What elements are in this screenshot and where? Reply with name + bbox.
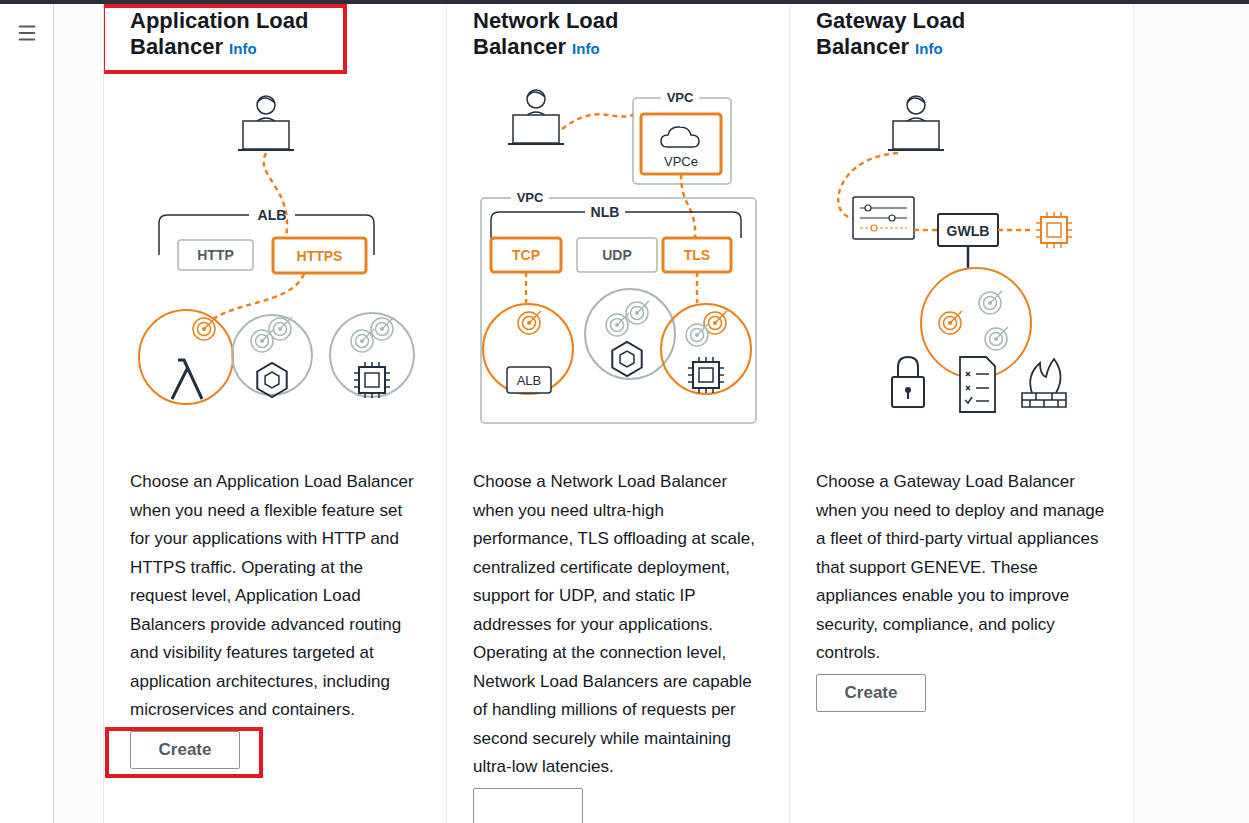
target-icon — [351, 329, 374, 352]
container-icon — [257, 363, 286, 397]
user-icon — [508, 90, 564, 144]
chip-icon — [354, 362, 390, 398]
menu-icon[interactable] — [16, 22, 38, 44]
listener-box: HTTPS — [273, 238, 366, 273]
nlb-diagram: VPC VPCe VPC NLB TCP UDP TLS ALB — [447, 77, 790, 427]
button-highlight-box: Create — [105, 727, 263, 778]
svg-text:ALB: ALB — [258, 207, 287, 223]
title-box: Network Load Balancer Info — [447, 4, 690, 74]
vpc-outer-box: VPC — [481, 190, 756, 423]
card-description: Choose a Network Load Balancer when you … — [473, 468, 765, 782]
gwlb-box: GWLB — [938, 214, 998, 246]
svg-text:TLS: TLS — [684, 247, 710, 263]
cloud-icon — [661, 127, 699, 147]
svg-text:ALB: ALB — [517, 373, 542, 388]
title-box: Gateway Load Balancer Info — [790, 4, 1033, 74]
document-icon — [960, 357, 995, 412]
card-description: Choose a Gateway Load Balancer when you … — [816, 468, 1108, 668]
alb-target-box: ALB — [507, 367, 551, 393]
card-title: Network Load Balancer Info — [473, 8, 685, 62]
card-title: Gateway Load Balancer Info — [816, 8, 1028, 62]
vpc-box: VPC — [633, 90, 731, 184]
create-button[interactable] — [473, 788, 583, 823]
svg-text:VPC: VPC — [517, 190, 544, 205]
create-button[interactable]: Create — [816, 674, 926, 712]
lambda-icon — [172, 360, 202, 399]
target-icon — [626, 301, 649, 324]
chip-icon — [1036, 212, 1072, 248]
svg-text:VPCe: VPCe — [664, 154, 698, 169]
info-link[interactable]: Info — [915, 40, 943, 57]
filter-icon — [853, 197, 914, 239]
target-icon — [518, 311, 541, 334]
info-link[interactable]: Info — [229, 40, 257, 57]
vpc-endpoint-box: VPCe — [641, 114, 721, 174]
target-icon — [686, 323, 709, 346]
user-icon — [238, 96, 294, 150]
target-icon — [606, 313, 629, 336]
content-gutter — [54, 4, 103, 823]
info-link[interactable]: Info — [572, 40, 600, 57]
nlb-bracket: NLB — [491, 204, 741, 238]
target-icon — [371, 317, 394, 340]
user-icon — [888, 96, 944, 150]
listener-box: TCP — [491, 238, 561, 272]
target-icon — [939, 311, 962, 334]
load-balancer-card: Network Load Balancer Info VPC VPCe VPC NLB T… — [447, 4, 790, 823]
svg-text:NLB: NLB — [591, 204, 620, 220]
card-description: Choose an Application Load Balancer when… — [130, 468, 422, 725]
target-icon — [193, 317, 216, 340]
button-box — [448, 784, 606, 823]
firewall-icon — [1022, 359, 1066, 407]
target-icon — [985, 327, 1008, 350]
svg-text:VPC: VPC — [667, 90, 694, 105]
button-box: Create — [791, 670, 949, 721]
gwlb-diagram: GWLB — [790, 77, 1133, 427]
card-title: Application Load Balancer Info — [130, 8, 342, 62]
container-icon — [612, 342, 641, 376]
card-row: Application Load Balancer Info ALB HTTP HTT… — [103, 4, 1134, 823]
svg-text:HTTPS: HTTPS — [297, 248, 343, 264]
listener-box: TLS — [663, 238, 731, 272]
title-highlight-box: Application Load Balancer Info — [104, 4, 347, 74]
listener-box: HTTP — [178, 240, 253, 270]
svg-text:HTTP: HTTP — [197, 247, 234, 263]
main-area: Application Load Balancer Info ALB HTTP HTT… — [0, 4, 1249, 823]
lock-icon — [892, 357, 924, 407]
load-balancer-card: Gateway Load Balancer Info GWLB Choose a G… — [790, 4, 1133, 823]
svg-text:GWLB: GWLB — [947, 223, 990, 239]
listener-box: UDP — [577, 238, 657, 272]
svg-text:UDP: UDP — [602, 247, 632, 263]
target-icon — [251, 329, 274, 352]
create-button[interactable]: Create — [130, 731, 240, 769]
side-nav — [0, 4, 54, 823]
svg-text:TCP: TCP — [512, 247, 540, 263]
chip-icon — [688, 357, 724, 393]
alb-diagram: ALB HTTP HTTPS — [104, 77, 447, 427]
console-page: Application Load Balancer Info ALB HTTP HTT… — [0, 0, 1249, 823]
load-balancer-card: Application Load Balancer Info ALB HTTP HTT… — [104, 4, 447, 823]
target-icon — [979, 291, 1002, 314]
